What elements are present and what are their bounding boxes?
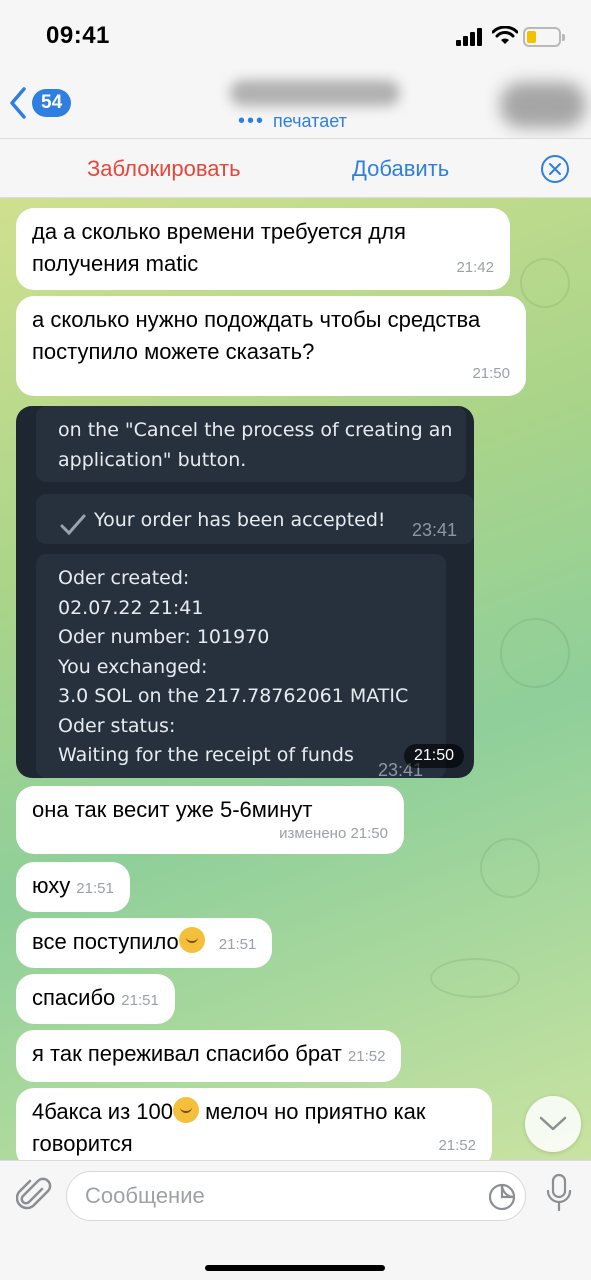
partying-face-emoji-icon — [178, 927, 205, 953]
sticker-icon[interactable] — [487, 1182, 517, 1212]
back-button[interactable]: 54 — [8, 86, 72, 120]
wallpaper-doodle — [430, 958, 520, 998]
chevron-left-icon — [10, 87, 26, 119]
message-bubble[interactable]: а сколько нужно подождать чтобы средства… — [16, 296, 526, 396]
message-bubble[interactable]: 4бакса из 100 мелоч но приятно как говор… — [16, 1088, 492, 1160]
message-bubble[interactable]: да а сколько времени требуется для получ… — [16, 208, 510, 290]
chevron-down-icon — [539, 1116, 567, 1131]
action-bar: Заблокировать Добавить — [0, 138, 591, 198]
message-time: 21:52 — [347, 1048, 386, 1065]
home-indicator — [205, 1265, 385, 1271]
unread-count-badge: 54 — [32, 89, 72, 117]
message-time: 21:51 — [76, 880, 114, 897]
message-time: 21:51 — [218, 936, 257, 953]
chat-area[interactable]: да а сколько времени требуется для получ… — [0, 198, 591, 1160]
block-button[interactable]: Заблокировать — [87, 156, 241, 182]
message-bubble[interactable]: юху 21:51 — [16, 862, 130, 912]
status-bar: 09:41 — [0, 0, 591, 72]
message-input-bar — [0, 1160, 591, 1280]
message-time: 21:50 — [403, 744, 464, 768]
wallpaper-doodle — [480, 838, 540, 898]
typing-status: ••• печатает — [238, 110, 347, 133]
paperclip-icon[interactable] — [16, 1175, 52, 1215]
message-text: 4бакса из 100 мелоч но приятно как говор… — [32, 1097, 426, 1156]
wallpaper-doodle — [500, 618, 570, 688]
screenshot-text: on the "Cancel the process of creating a… — [58, 419, 453, 441]
scroll-down-button[interactable] — [525, 1096, 581, 1152]
add-contact-button[interactable]: Добавить — [352, 156, 449, 182]
message-bubble[interactable]: она так весит уже 5-6минут изменено 21:5… — [16, 786, 404, 854]
chat-header: 54 ••• печатает — [0, 72, 591, 138]
message-bubble[interactable]: все поступило 21:51 — [16, 918, 273, 968]
message-time: 21:50 — [472, 365, 510, 382]
screenshot-text: application" button. — [58, 449, 247, 471]
wifi-icon — [492, 26, 518, 44]
message-field — [66, 1171, 526, 1221]
screenshot-order-details: Oder created: 02.07.22 21:41 Oder number… — [58, 567, 409, 766]
clock: 09:41 — [46, 22, 110, 49]
close-icon[interactable] — [540, 154, 570, 184]
message-text: юху — [32, 873, 71, 898]
avatar[interactable] — [500, 82, 586, 128]
screenshot-time: 23:41 — [412, 520, 458, 540]
battery-icon — [523, 27, 565, 47]
contact-name-redacted[interactable] — [230, 80, 400, 106]
message-time: 21:51 — [121, 992, 159, 1009]
message-bubble[interactable]: спасибо 21:51 — [16, 974, 175, 1024]
message-time: 21:42 — [456, 259, 494, 276]
message-input[interactable] — [85, 1172, 475, 1220]
message-text: спасибо — [32, 985, 116, 1010]
checkmark-icon — [60, 514, 86, 536]
message-time: 21:52 — [438, 1137, 476, 1154]
message-time: изменено 21:50 — [279, 825, 388, 842]
image-message[interactable]: on the "Cancel the process of creating a… — [16, 406, 474, 778]
message-text: да а сколько времени требуется для получ… — [32, 219, 406, 276]
message-text: я так переживал спасибо брат — [32, 1041, 342, 1066]
message-text: все поступило — [32, 929, 179, 954]
screenshot-accepted-text: Your order has been accepted! — [94, 509, 386, 531]
typing-dots-icon: ••• — [238, 110, 266, 132]
wallpaper-doodle — [520, 258, 570, 308]
winking-face-emoji-icon — [172, 1097, 199, 1123]
message-bubble[interactable]: я так переживал спасибо брат 21:52 — [16, 1030, 402, 1082]
typing-status-label: печатает — [273, 111, 347, 131]
signal-icon — [456, 28, 482, 46]
message-text: а сколько нужно подождать чтобы средства… — [32, 307, 481, 364]
microphone-icon[interactable] — [545, 1173, 573, 1213]
